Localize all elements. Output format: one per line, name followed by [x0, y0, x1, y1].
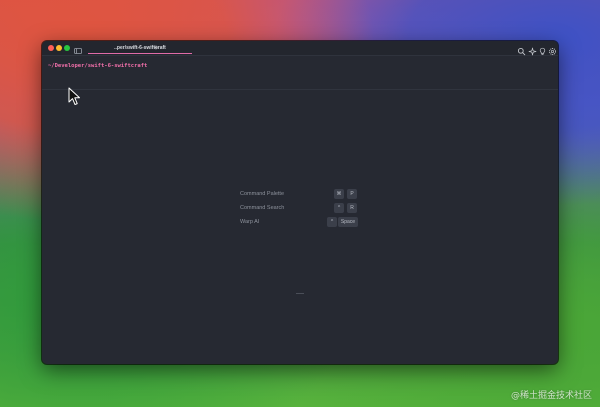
r-key: R	[347, 203, 357, 213]
watermark-text: @稀土掘金技术社区	[510, 391, 592, 401]
minimize-window-button[interactable]	[56, 45, 62, 51]
active-tab-indicator	[88, 53, 192, 54]
title-bar: ..per/swift-6-swiftcraft +	[42, 41, 558, 56]
shortcut-command-search[interactable]: Command Search ^ R	[240, 202, 380, 214]
search-icon[interactable]	[517, 43, 526, 56]
control-key: ^	[327, 217, 337, 227]
shortcut-command-palette[interactable]: Command Palette ⌘ P	[240, 188, 380, 200]
shortcut-label: Command Palette	[240, 191, 285, 197]
desktop-wallpaper: ..per/swift-6-swiftcraft + ~/Developer/s…	[0, 0, 600, 407]
block-divider	[42, 89, 558, 90]
prompt-path: ~/Developer/swift-6-swiftcraft	[48, 63, 148, 69]
tabs-panel-icon[interactable]	[73, 43, 83, 54]
shortcut-label: Command Search	[240, 205, 285, 211]
zoom-window-button[interactable]	[64, 45, 70, 51]
control-key: ^	[334, 203, 344, 213]
mouse-pointer-icon	[68, 87, 82, 107]
lightbulb-icon[interactable]	[538, 43, 547, 55]
shortcut-label: Warp AI	[240, 219, 260, 225]
p-key: P	[347, 189, 357, 199]
command-key: ⌘	[334, 189, 344, 199]
new-tab-button[interactable]: +	[152, 42, 160, 54]
sparkle-icon[interactable]	[528, 43, 537, 56]
settings-icon[interactable]	[548, 43, 557, 55]
terminal-window: ..per/swift-6-swiftcraft + ~/Developer/s…	[42, 41, 558, 364]
space-key: Space	[338, 217, 358, 227]
shortcut-warp-ai[interactable]: Warp AI ^ Space	[240, 216, 380, 228]
close-window-button[interactable]	[48, 45, 54, 51]
resize-handle[interactable]	[296, 293, 304, 294]
